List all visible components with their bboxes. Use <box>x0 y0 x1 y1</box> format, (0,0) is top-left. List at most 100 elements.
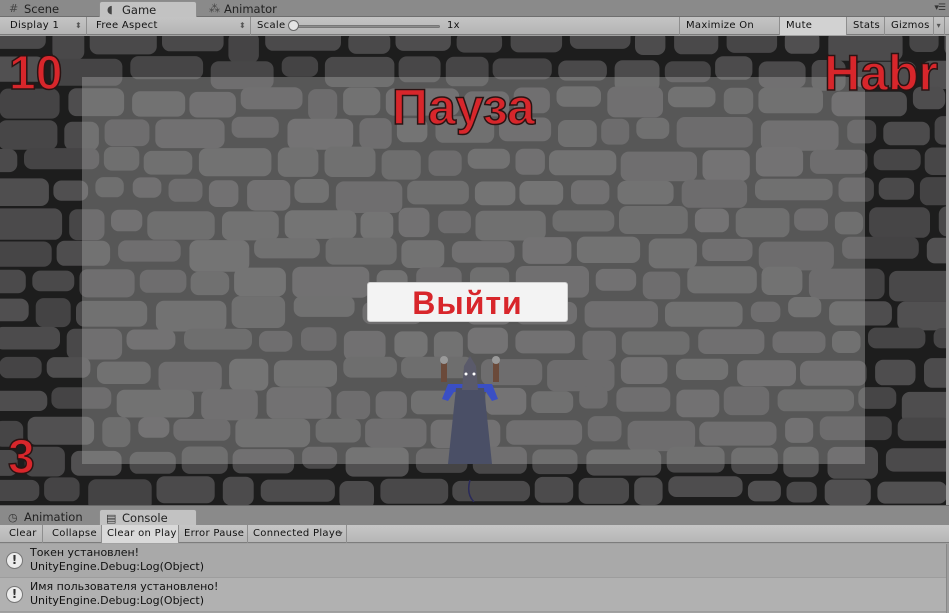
cobblestone <box>228 36 259 64</box>
log-trace: UnityEngine.Debug:Log(Object) <box>30 560 205 573</box>
cobblestone <box>0 298 29 322</box>
log-trace: UnityEngine.Debug:Log(Object) <box>30 594 205 607</box>
cobblestone <box>869 207 930 238</box>
clear-button[interactable]: Clear <box>4 525 43 543</box>
cobblestone <box>265 36 341 51</box>
bottom-tab-bar: ◷ Animation ▤ Console <box>0 505 949 526</box>
console-log-list[interactable]: ! Токен установлен! UnityEngine.Debug:Lo… <box>0 544 946 613</box>
cobblestone <box>0 208 63 240</box>
gizmos-label: Gizmos <box>891 20 930 31</box>
game-viewport[interactable]: 10 3 Habr Пауза Выйти <box>0 36 946 505</box>
cobblestone <box>938 206 946 237</box>
cobblestone <box>824 479 871 505</box>
cobblestone <box>873 149 921 171</box>
collapse-toggle[interactable]: Collapse <box>47 525 102 543</box>
scale-label: Scale <box>257 20 286 31</box>
cobblestone <box>885 448 946 472</box>
stats-toggle[interactable]: Stats <box>847 17 885 35</box>
tab-scene[interactable]: # Scene <box>2 1 94 17</box>
cobblestone <box>877 481 946 504</box>
clock-icon: ◷ <box>8 511 18 524</box>
cobblestone <box>934 116 946 145</box>
connected-player-label: Connected Playe <box>253 528 342 539</box>
info-icon: ! <box>6 586 23 603</box>
cobblestone <box>222 476 254 505</box>
cobblestone <box>924 358 946 388</box>
cobblestone <box>897 417 946 441</box>
connected-player-dropdown[interactable]: Connected Playe ▾ <box>248 525 347 543</box>
log-entry[interactable]: ! Имя пользователя установлено! UnityEng… <box>0 578 946 612</box>
rat-character-sprite <box>440 356 500 502</box>
log-message: Имя пользователя установлено! <box>30 580 219 593</box>
pause-title: Пауза <box>391 79 535 135</box>
maximize-on-play-toggle[interactable]: Maximize On Play <box>679 17 780 49</box>
cobblestone <box>0 241 52 267</box>
updown-arrows-icon: ⬍ <box>238 21 246 30</box>
cobblestone <box>889 270 946 302</box>
cobblestone <box>339 481 374 505</box>
cobblestone <box>130 56 204 80</box>
display-value: Display 1 <box>10 20 60 31</box>
updown-arrows-icon: ⬍ <box>74 21 82 30</box>
display-dropdown[interactable]: Display 1 ⬍ <box>4 17 87 35</box>
exit-button-label: Выйти <box>412 285 523 321</box>
cobblestone <box>784 36 820 54</box>
cobblestone <box>44 477 80 502</box>
brand-label: Habr <box>823 45 938 101</box>
tab-animation[interactable]: ◷ Animation <box>2 509 94 526</box>
cobblestone <box>89 36 157 55</box>
cobblestone <box>868 327 926 349</box>
game-toolbar: Display 1 ⬍ Free Aspect ⬍ Scale 1x Maxim… <box>0 17 949 49</box>
tab-menu-icon[interactable]: ▾☰ <box>934 3 946 13</box>
cobblestone <box>634 477 663 505</box>
cobblestone <box>88 479 152 505</box>
cobblestone <box>875 359 916 386</box>
pacman-icon: ◖ <box>107 3 113 16</box>
cobblestone <box>926 237 946 264</box>
exit-button[interactable]: Выйти <box>367 282 568 322</box>
cobblestone <box>395 36 451 51</box>
clear-on-play-toggle[interactable]: Clear on Play <box>102 525 179 543</box>
cobblestone <box>0 326 60 350</box>
dropdown-arrow-icon: ▾ <box>338 529 343 538</box>
error-pause-toggle[interactable]: Error Pause <box>179 525 248 543</box>
mute-audio-toggle[interactable]: Mute Audio <box>780 17 847 49</box>
cobblestone <box>348 36 391 54</box>
aspect-value: Free Aspect <box>96 20 158 31</box>
cobblestone <box>578 477 629 504</box>
cobblestone <box>668 476 743 497</box>
cobblestone <box>156 476 215 504</box>
cobblestone <box>0 178 49 206</box>
dropdown-arrow-icon: ▾ <box>932 17 941 35</box>
cobblestone <box>635 36 666 55</box>
cobblestone <box>0 356 42 379</box>
cobblestone <box>510 36 563 53</box>
cobblestone <box>897 301 946 331</box>
cobblestone <box>260 479 335 502</box>
editor-tab-bar: # Scene ◖ Game ⁂ Animator ▾☰ <box>0 0 949 17</box>
gizmos-dropdown[interactable]: Gizmos ▾ <box>885 17 945 35</box>
cobblestone <box>924 147 946 175</box>
cobblestone <box>162 36 224 52</box>
tab-label: Console <box>122 511 168 525</box>
log-entry[interactable]: ! Токен установлен! UnityEngine.Debug:Lo… <box>0 544 946 578</box>
tab-game[interactable]: ◖ Game <box>99 1 197 17</box>
scale-slider-track[interactable] <box>295 25 440 28</box>
cobblestone <box>878 177 915 200</box>
tab-label: Game <box>122 3 157 17</box>
scale-value: 1x <box>447 20 460 31</box>
cobblestone <box>281 56 319 77</box>
animator-nodes-icon: ⁂ <box>209 2 220 15</box>
cobblestone <box>747 480 781 502</box>
aspect-dropdown[interactable]: Free Aspect ⬍ <box>90 17 251 35</box>
cobblestone <box>456 36 503 53</box>
info-icon: ! <box>6 552 23 569</box>
cobblestone <box>0 390 48 411</box>
tab-console[interactable]: ▤ Console <box>99 509 197 526</box>
cobblestone <box>0 120 58 150</box>
cobblestone <box>674 36 719 55</box>
tab-label: Animation <box>24 510 83 524</box>
scale-slider-handle[interactable] <box>288 20 299 31</box>
console-toolbar: Clear Collapse Clear on Play Error Pause… <box>0 525 949 543</box>
tab-animator[interactable]: ⁂ Animator <box>202 1 292 17</box>
